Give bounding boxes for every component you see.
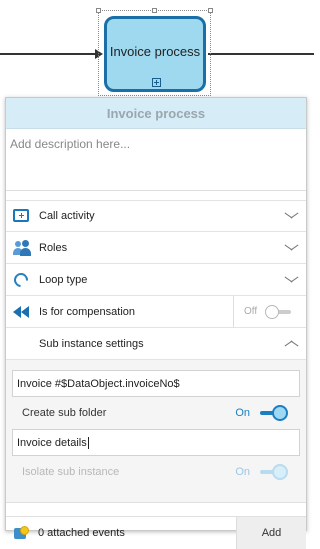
section-label: Roles [39, 241, 68, 254]
add-button-label: Add [261, 527, 282, 539]
isolate-sub-instance-state: On [235, 466, 250, 478]
folder-name-value: Invoice details [17, 436, 87, 449]
text-cursor [87, 436, 89, 449]
isolate-sub-instance-row: Isolate sub instance On [6, 456, 306, 488]
loop-icon [11, 269, 31, 290]
section-compensation: Is for compensation Off [6, 296, 306, 328]
section-call-activity[interactable]: Call activity [6, 200, 306, 232]
add-event-button[interactable]: Add [236, 517, 306, 549]
section-loop-type[interactable]: Loop type [6, 264, 306, 296]
create-sub-folder-state: On [235, 407, 250, 419]
resize-handle-top-right[interactable] [208, 8, 213, 13]
chevron-down-icon[interactable] [284, 244, 298, 252]
section-label: Loop type [39, 273, 88, 286]
resize-handle-top[interactable] [152, 8, 157, 13]
compensation-toggle[interactable] [265, 304, 292, 319]
roles-icon [13, 239, 31, 256]
chevron-up-icon[interactable] [284, 340, 298, 348]
compensation-state: Off [244, 306, 258, 317]
section-label: Call activity [39, 210, 95, 222]
call-activity-task[interactable]: Invoice process [104, 16, 206, 92]
sub-instance-settings-body: Invoice #$DataObject.invoiceNo$ Create s… [6, 360, 306, 503]
description-placeholder: Add description here... [10, 137, 131, 151]
compensation-icon [13, 304, 31, 320]
folder-name-input[interactable]: Invoice details [12, 429, 300, 456]
incoming-sequence-flow[interactable] [0, 53, 96, 55]
resize-handle-top-left[interactable] [96, 8, 101, 13]
subprocess-marker-icon [152, 78, 161, 87]
create-sub-folder-toggle[interactable] [260, 405, 288, 421]
attached-events-icon [14, 526, 30, 540]
section-label: Sub instance settings [39, 337, 144, 350]
task-label: Invoice process [109, 43, 201, 59]
section-label: Is for compensation [39, 305, 135, 318]
create-sub-folder-row: Create sub folder On [6, 397, 306, 429]
attached-events-label: 0 attached events [38, 527, 125, 539]
sub-instance-name-value: Invoice #$DataObject.invoiceNo$ [17, 377, 180, 390]
isolate-sub-instance-label: Isolate sub instance [22, 466, 120, 478]
panel-title: Invoice process [106, 105, 206, 121]
chevron-down-icon[interactable] [284, 212, 298, 220]
properties-panel: Invoice process Add description here... … [5, 97, 307, 549]
compensation-toggle-area: Off [233, 296, 306, 327]
attached-events-footer: 0 attached events Add [6, 516, 306, 549]
description-field[interactable]: Add description here... [6, 129, 306, 191]
create-sub-folder-label: Create sub folder [22, 407, 107, 419]
call-activity-icon [13, 208, 31, 224]
isolate-sub-instance-toggle[interactable] [260, 464, 288, 480]
outgoing-sequence-flow[interactable] [208, 53, 314, 55]
section-roles[interactable]: Roles [6, 232, 306, 264]
panel-header: Invoice process [6, 98, 306, 129]
diagram-canvas[interactable]: Invoice process [0, 0, 314, 98]
sub-instance-name-input[interactable]: Invoice #$DataObject.invoiceNo$ [12, 370, 300, 397]
section-sub-instance-settings[interactable]: Sub instance settings [6, 328, 306, 360]
chevron-down-icon[interactable] [284, 276, 298, 284]
